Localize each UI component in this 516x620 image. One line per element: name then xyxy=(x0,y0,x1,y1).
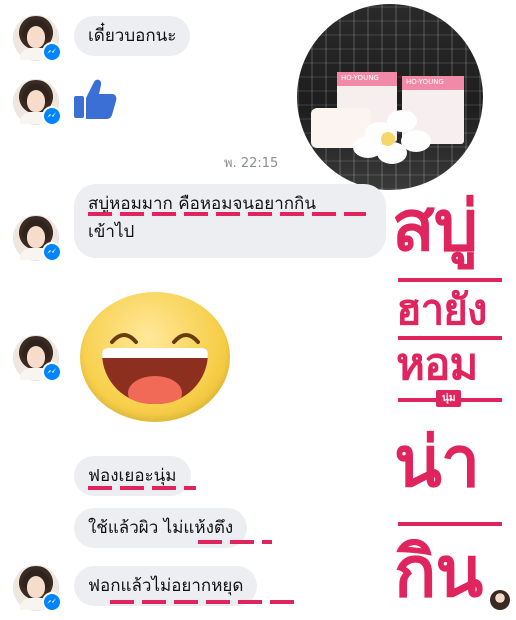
messenger-icon xyxy=(42,106,62,126)
emphasis-underline xyxy=(88,486,196,490)
avatar[interactable] xyxy=(14,80,62,126)
laughing-face-icon[interactable] xyxy=(80,292,230,422)
title-line: กิน xyxy=(394,531,483,613)
avatar[interactable] xyxy=(14,336,62,382)
divider xyxy=(398,278,502,282)
messenger-icon xyxy=(42,242,62,262)
thumbs-up-icon[interactable] xyxy=(72,76,118,122)
message-text: เดี๋ยวบอกนะ xyxy=(88,26,177,46)
title-line: สบู่ xyxy=(392,185,478,267)
messenger-icon xyxy=(42,362,62,382)
message-bubble[interactable]: ฟองเยอะนุ่ม xyxy=(74,456,191,496)
title-line: น่า xyxy=(394,421,480,503)
title-line: หอม xyxy=(396,339,478,390)
message-text: ฟองเยอะนุ่ม xyxy=(88,466,177,486)
emphasis-underline xyxy=(88,212,366,216)
message-bubble[interactable]: เดี๋ยวบอกนะ xyxy=(74,16,191,56)
message-text: เข้าไป xyxy=(88,222,135,242)
avatar[interactable] xyxy=(14,16,62,62)
avatar[interactable] xyxy=(14,216,62,262)
avatar[interactable] xyxy=(490,590,510,610)
message-text: ใช้แล้วผิว ไม่แห้งตึง xyxy=(88,518,234,538)
tag-badge: นุ่ม xyxy=(436,390,462,407)
messenger-icon xyxy=(42,592,62,612)
timestamp: พ. 22:15 xyxy=(224,156,279,171)
emphasis-underline xyxy=(198,540,272,544)
emphasis-underline xyxy=(110,600,296,604)
product-photo: HO-YOUNG HO-YOUNG xyxy=(297,4,483,190)
message-text: ฟอกแล้วไม่อยากหยุด xyxy=(88,576,244,596)
avatar[interactable] xyxy=(14,566,62,612)
message-bubble[interactable]: สบู่หอมมาก คือหอมจนอยากกิน เข้าไป xyxy=(74,184,386,258)
divider xyxy=(398,522,502,526)
messenger-icon xyxy=(42,42,62,62)
title-line: ฮายัง xyxy=(396,285,487,334)
